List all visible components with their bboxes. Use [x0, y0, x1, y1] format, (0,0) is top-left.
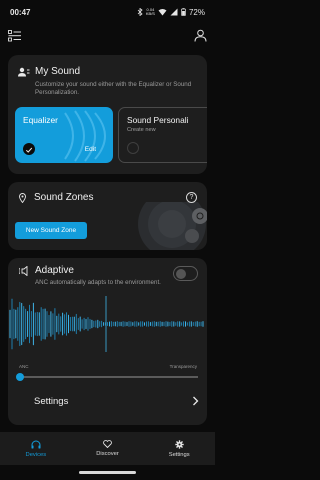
nav-settings[interactable]: Settings — [143, 432, 215, 465]
sound-zones-card: Sound Zones ? New Sound Zone — [8, 182, 207, 250]
adaptive-card: Adaptive ANC automatically adapts to the… — [8, 258, 207, 425]
anc-waveform-graphic — [9, 296, 204, 352]
bluetooth-icon — [137, 8, 143, 16]
sound-zones-help-button[interactable]: ? — [186, 192, 197, 203]
sound-zones-title: Sound Zones — [34, 192, 94, 203]
top-bar — [0, 28, 215, 46]
anc-transparency-slider-track[interactable] — [20, 376, 198, 378]
new-sound-zone-button[interactable]: New Sound Zone — [15, 222, 87, 239]
profile-icon[interactable] — [194, 29, 207, 42]
my-sound-icon — [18, 67, 30, 77]
sound-personalization-radio — [127, 142, 139, 154]
adaptive-toggle-knob — [176, 269, 186, 279]
slider-transparency-label: Transparency — [169, 364, 197, 369]
adaptive-description: ANC automatically adapts to the environm… — [35, 279, 161, 286]
nav-discover[interactable]: Discover — [72, 432, 144, 465]
battery-icon — [181, 8, 186, 16]
gear-icon — [174, 439, 184, 449]
location-pin-icon — [19, 193, 26, 203]
headphones-icon — [31, 440, 41, 448]
bottom-navigation: Devices Discover Settings — [0, 432, 215, 465]
my-sound-card: My Sound Customize your sound either wit… — [8, 55, 207, 174]
network-speed: 0.04 KB/S — [146, 8, 155, 16]
zones-map-graphic — [138, 202, 207, 250]
equalizer-tile[interactable]: Equalizer Edit — [15, 107, 113, 163]
network-speed-unit: KB/S — [145, 11, 155, 16]
anc-transparency-slider-knob[interactable] — [16, 373, 24, 381]
settings-row[interactable]: Settings — [8, 388, 207, 416]
nav-devices[interactable]: Devices — [0, 432, 72, 465]
nav-devices-label: Devices — [25, 451, 47, 458]
help-icon: ? — [189, 194, 194, 201]
nav-discover-label: Discover — [96, 451, 119, 457]
adaptive-title: Adaptive — [35, 265, 74, 276]
settings-row-label: Settings — [34, 396, 69, 407]
gesture-bar — [79, 471, 136, 474]
equalizer-selected-check — [23, 143, 35, 155]
check-icon — [25, 147, 33, 153]
status-bar: 00:47 0.04 KB/S 72% — [0, 0, 215, 24]
status-icons: 0.04 KB/S 72% — [137, 8, 205, 17]
anc-icon — [19, 266, 28, 276]
slider-anc-label: ANC — [19, 364, 29, 369]
signal-icon — [170, 8, 178, 16]
sound-personalization-sublabel: Create new — [127, 127, 156, 133]
device-list-icon[interactable] — [8, 30, 22, 42]
equalizer-label: Equalizer — [23, 115, 58, 125]
sound-personalization-label: Sound Personali — [127, 115, 189, 125]
sound-personalization-tile[interactable]: Sound Personali Create new — [118, 107, 207, 163]
nav-settings-label: Settings — [168, 451, 190, 458]
equalizer-waves-graphic — [64, 110, 106, 162]
heart-icon — [103, 440, 112, 448]
adaptive-toggle[interactable] — [173, 266, 198, 281]
my-sound-title: My Sound — [35, 66, 81, 77]
status-time: 00:47 — [10, 7, 31, 17]
wifi-icon — [158, 9, 167, 16]
chevron-right-icon — [193, 396, 199, 406]
battery-level: 72% — [188, 7, 205, 17]
equalizer-edit-button[interactable]: Edit — [85, 146, 96, 153]
my-sound-description: Customize your sound either with the Equ… — [35, 81, 192, 96]
